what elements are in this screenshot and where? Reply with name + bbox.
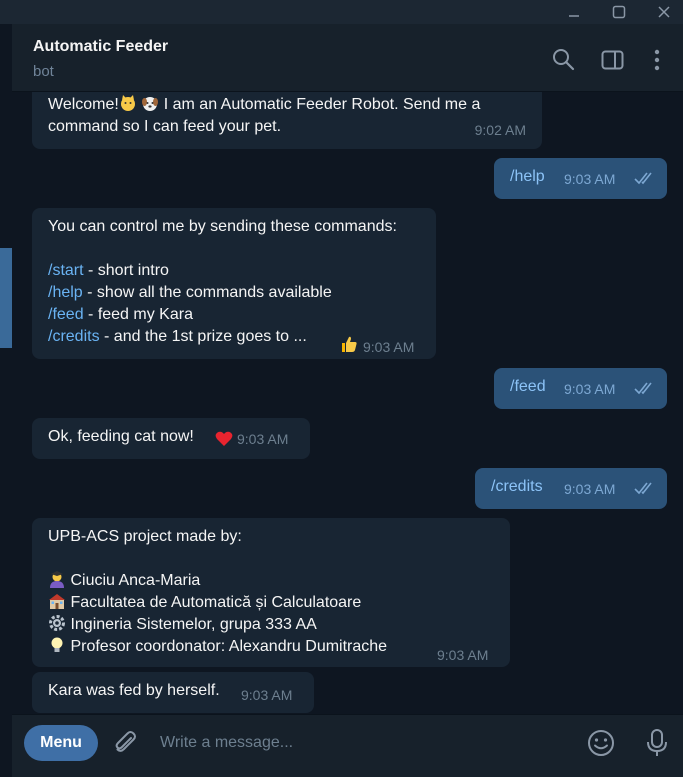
message-outgoing[interactable]: /help 9:03 AM (494, 158, 667, 199)
message-incoming[interactable]: You can control me by sending these comm… (32, 208, 436, 359)
lightbulb-icon (48, 636, 66, 654)
message-list[interactable]: Welcome! I am an Automatic Feeder Robot.… (12, 92, 683, 714)
sidebar-toggle-icon[interactable] (599, 46, 627, 74)
gear-icon (48, 614, 66, 632)
search-icon[interactable] (550, 46, 578, 74)
command-link-help[interactable]: /help (48, 284, 83, 301)
command-description: - show all the commands available (82, 284, 332, 301)
message-outgoing[interactable]: /feed 9:03 AM (494, 368, 667, 409)
heart-reaction-icon[interactable] (215, 430, 233, 455)
message-text: You can control me by sending these comm… (48, 218, 397, 235)
read-checkmarks-icon (634, 480, 656, 502)
command-description: - and the 1st prize goes to ... (99, 328, 307, 345)
command-description: - short intro (83, 262, 169, 279)
message-time: 9:03 AM (564, 171, 616, 187)
command-link-feed[interactable]: /feed (48, 306, 84, 323)
message-text: /help (510, 168, 545, 185)
close-icon[interactable] (654, 2, 674, 22)
message-text: Welcome! (48, 96, 119, 113)
message-text: I am an Automatic Feeder Robot. Send me … (159, 96, 481, 113)
minimize-icon[interactable] (564, 2, 584, 22)
chat-list-selection-indicator (0, 248, 12, 348)
message-incoming[interactable]: Welcome! I am an Automatic Feeder Robot.… (32, 92, 542, 149)
command-link-credits[interactable]: /credits (48, 328, 100, 345)
message-incoming[interactable]: Kara was fed by herself. 9:03 AM (32, 672, 314, 713)
thumbs-up-reaction-icon[interactable] (339, 334, 359, 361)
message-text: /feed (510, 378, 546, 395)
message-text: command so I can feed your pet. (48, 118, 282, 135)
message-text: Kara was fed by herself. (48, 682, 220, 699)
message-outgoing[interactable]: /credits 9:03 AM (475, 468, 667, 509)
chat-subtitle: bot (33, 63, 54, 80)
attach-icon[interactable] (112, 729, 140, 757)
chat-header: Automatic Feeder bot (12, 24, 683, 92)
message-time: 9:02 AM (474, 122, 526, 138)
message-composer: Menu (12, 714, 683, 777)
message-time: 9:03 AM (437, 647, 489, 663)
command-link-start[interactable]: /start (48, 262, 84, 279)
student-icon (48, 570, 66, 588)
message-time: 9:03 AM (564, 481, 616, 497)
dog-face-icon (141, 94, 159, 112)
credits-line-text: Facultatea de Automatică și Calculatoare (70, 594, 362, 611)
message-text: /credits (491, 478, 543, 495)
message-time: 9:03 AM (237, 431, 289, 447)
message-incoming[interactable]: UPB-ACS project made by: Ciuciu Anca-Mar… (32, 518, 510, 667)
window-titlebar (0, 0, 683, 24)
chat-list-edge (0, 24, 12, 777)
school-building-icon (48, 592, 66, 610)
credits-line-text: Profesor coordonator: Alexandru Dumitrac… (70, 638, 388, 655)
message-input[interactable] (160, 731, 570, 755)
menu-button[interactable]: Menu (24, 725, 98, 761)
message-incoming[interactable]: Ok, feeding cat now! 9:03 AM (32, 418, 310, 459)
message-text: UPB-ACS project made by: (48, 528, 242, 545)
message-time: 9:03 AM (241, 687, 293, 703)
chat-title[interactable]: Automatic Feeder (33, 38, 168, 56)
credits-line-text: Ingineria Sistemelor, grupa 333 AA (70, 616, 317, 633)
emoji-icon[interactable] (586, 728, 616, 758)
microphone-icon[interactable] (644, 728, 670, 758)
command-description: - feed my Kara (83, 306, 193, 323)
message-text: Ok, feeding cat now! (48, 428, 194, 445)
read-checkmarks-icon (634, 170, 656, 192)
maximize-icon[interactable] (609, 2, 629, 22)
message-time: 9:03 AM (564, 381, 616, 397)
read-checkmarks-icon (634, 380, 656, 402)
more-options-icon[interactable] (643, 46, 671, 74)
message-time: 9:03 AM (363, 339, 415, 355)
credits-line-text: Ciuciu Anca-Maria (70, 572, 201, 589)
cat-face-icon (119, 94, 137, 112)
